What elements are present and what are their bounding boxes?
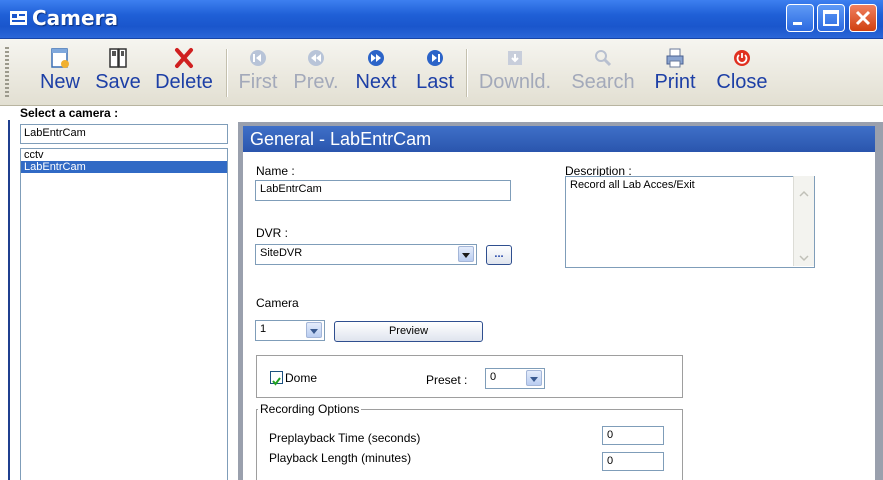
camera-label: Camera <box>256 296 299 310</box>
new-button[interactable]: New <box>30 43 90 103</box>
name-field[interactable]: LabEntrCam <box>255 180 511 201</box>
previous-record-icon <box>308 50 324 66</box>
scroll-up-icon <box>799 190 809 197</box>
dome-label: Dome <box>285 371 318 385</box>
last-button[interactable]: Last <box>410 43 460 103</box>
next-button[interactable]: Next <box>350 43 402 103</box>
close-button[interactable]: Close <box>712 43 772 103</box>
close-label: Close <box>716 71 768 93</box>
toolbar-separator <box>466 49 468 97</box>
recording-options-label: Recording Options <box>258 402 362 416</box>
preview-button[interactable]: Preview <box>334 321 483 342</box>
title-bar: Camera <box>0 0 883 39</box>
dome-checkbox[interactable] <box>270 371 283 386</box>
download-icon <box>508 51 522 65</box>
name-label: Name : <box>256 164 295 178</box>
first-record-icon <box>250 50 266 66</box>
next-label: Next <box>355 71 397 93</box>
checkmark-icon <box>272 377 281 386</box>
dvr-dropdown-arrow[interactable] <box>458 246 474 262</box>
minimize-icon <box>793 22 802 25</box>
playback-length-field[interactable]: 0 <box>602 452 664 471</box>
chevron-down-icon <box>530 377 538 382</box>
select-camera-label: Select a camera : <box>20 106 119 120</box>
close-window-button[interactable] <box>849 4 877 32</box>
toolbar: New Save Delete First Prev. Next Last Do… <box>0 39 883 106</box>
delete-button[interactable]: Delete <box>150 43 218 103</box>
camera-search-input[interactable]: LabEntrCam <box>20 124 228 144</box>
last-label: Last <box>416 71 454 93</box>
new-document-icon <box>51 48 69 68</box>
first-label: First <box>238 71 278 93</box>
preset-label: Preset : <box>426 373 468 387</box>
chevron-down-icon <box>310 329 318 334</box>
description-field[interactable]: Record all Lab Acces/Exit <box>565 176 815 268</box>
browse-dvr-button[interactable]: ... <box>486 245 512 265</box>
camera-list-item[interactable]: cctv <box>21 149 227 161</box>
toolbar-separator <box>226 49 228 97</box>
dvr-dropdown[interactable]: SiteDVR <box>255 244 477 265</box>
minimize-button[interactable] <box>786 4 814 32</box>
save-label: Save <box>95 71 141 93</box>
power-icon <box>734 50 750 66</box>
save-icon <box>109 48 127 68</box>
description-scrollbar[interactable] <box>793 176 814 266</box>
delete-label: Delete <box>155 71 213 93</box>
delete-x-icon <box>175 48 193 68</box>
search-icon <box>595 50 612 67</box>
preplayback-label: Preplayback Time (seconds) <box>269 431 421 445</box>
camera-dropdown-arrow[interactable] <box>306 322 322 338</box>
toolbar-grip[interactable] <box>5 47 9 99</box>
print-label: Print <box>654 71 696 93</box>
new-label: New <box>39 71 80 93</box>
camera-list-item-selected[interactable]: LabEntrCam <box>21 161 227 173</box>
dvr-value: SiteDVR <box>260 247 303 259</box>
print-button[interactable]: Print <box>646 43 704 103</box>
dome-group <box>256 355 683 398</box>
last-record-icon <box>427 50 443 66</box>
camera-app-icon <box>10 11 27 25</box>
search-button[interactable]: Search <box>566 43 640 103</box>
maximize-icon <box>823 10 839 26</box>
download-label: Downld. <box>478 71 552 93</box>
prev-label: Prev. <box>293 71 339 93</box>
camera-number-value: 1 <box>260 323 267 335</box>
camera-list[interactable]: cctv LabEntrCam <box>20 148 228 480</box>
chevron-down-icon <box>462 253 470 258</box>
search-label: Search <box>571 71 635 93</box>
preset-value: 0 <box>490 371 497 383</box>
download-button[interactable]: Downld. <box>472 43 558 103</box>
first-button[interactable]: First <box>234 43 282 103</box>
dvr-label: DVR : <box>256 226 289 240</box>
general-header: General - LabEntrCam <box>243 126 875 152</box>
next-record-icon <box>368 50 384 66</box>
scroll-down-icon <box>799 255 809 262</box>
preset-dropdown-arrow[interactable] <box>526 370 542 386</box>
prev-button[interactable]: Prev. <box>290 43 342 103</box>
close-icon <box>855 10 871 26</box>
maximize-button[interactable] <box>817 4 845 32</box>
preplayback-field[interactable]: 0 <box>602 426 664 445</box>
window-title: Camera <box>32 6 118 30</box>
printer-icon <box>666 48 684 68</box>
description-text: Record all Lab Acces/Exit <box>570 179 695 191</box>
playback-length-label: Playback Length (minutes) <box>269 451 412 465</box>
save-button[interactable]: Save <box>88 43 148 103</box>
